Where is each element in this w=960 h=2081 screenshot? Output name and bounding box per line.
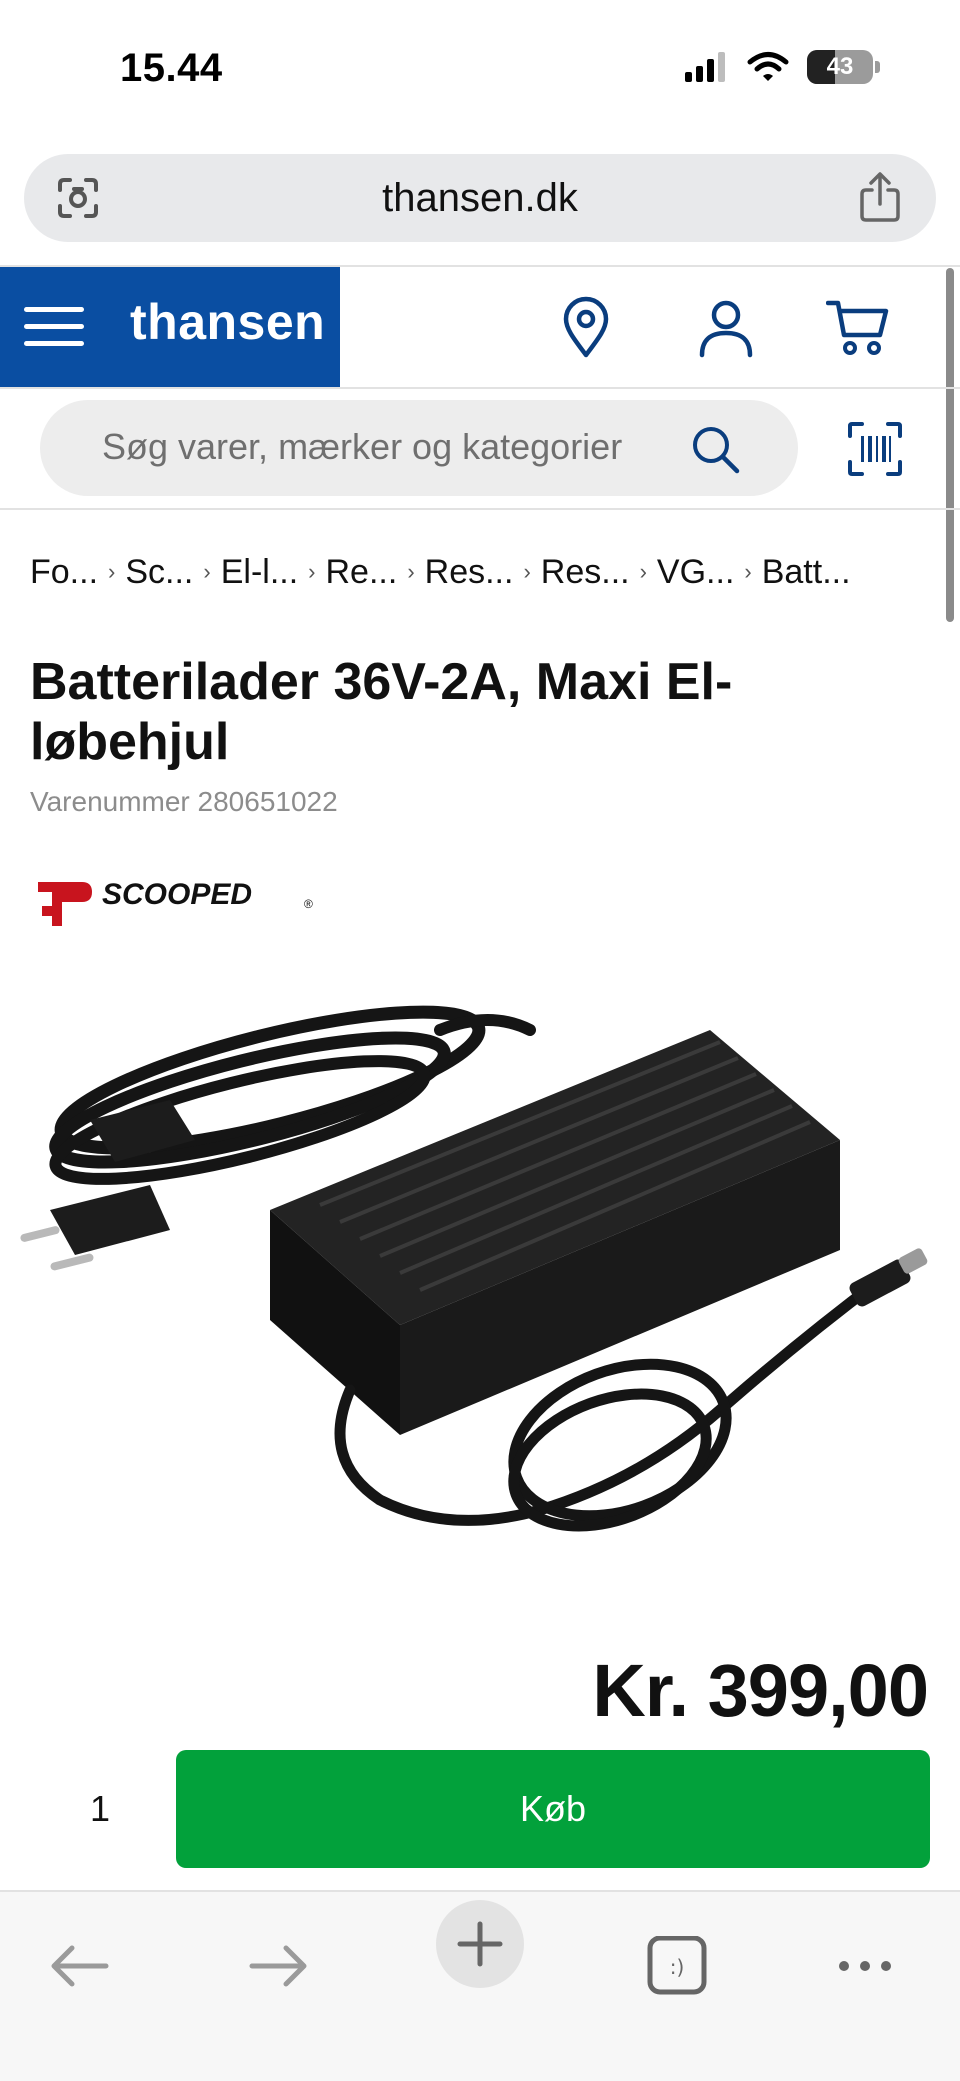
plus-icon	[457, 1921, 503, 1967]
chevron-right-icon: ›	[108, 559, 116, 584]
product-price: Kr. 399,00	[592, 1649, 929, 1732]
brand-logo[interactable]: SCOOPED ®	[36, 876, 316, 932]
breadcrumb-item[interactable]: Batt...	[762, 553, 851, 592]
tabs-icon[interactable]: :)	[642, 1936, 712, 1996]
new-tab-button[interactable]	[436, 1900, 524, 1988]
product-sku: Varenummer 280651022	[30, 786, 338, 817]
share-icon[interactable]	[858, 172, 902, 222]
search-icon[interactable]	[690, 424, 740, 474]
breadcrumb-item[interactable]: Re...	[326, 553, 398, 592]
url-text[interactable]: thansen.dk	[382, 176, 578, 221]
divider	[0, 387, 960, 389]
cart-icon[interactable]	[826, 295, 890, 359]
site-header: thansen	[0, 267, 960, 387]
breadcrumb-item[interactable]: VG...	[657, 553, 734, 592]
page-scrollbar[interactable]	[946, 268, 954, 622]
wifi-icon	[747, 52, 789, 81]
camera-scan-icon[interactable]	[54, 174, 102, 222]
more-icon[interactable]	[830, 1936, 900, 1996]
back-arrow-icon[interactable]	[44, 1936, 114, 1996]
battery-nub	[875, 61, 880, 73]
chevron-right-icon: ›	[203, 559, 211, 584]
breadcrumb-item[interactable]: El-l...	[221, 553, 298, 592]
battery-icon: 43	[807, 50, 873, 84]
barcode-scan-icon[interactable]	[848, 422, 902, 476]
search-input[interactable]: Søg varer, mærker og kategorier	[40, 400, 798, 496]
breadcrumb-item[interactable]: Fo...	[30, 553, 98, 592]
cellular-signal-icon	[685, 52, 725, 82]
site-logo[interactable]: thansen	[130, 293, 325, 351]
status-time: 15.44	[120, 46, 223, 90]
status-bar: 15.44 43	[0, 0, 960, 140]
breadcrumb: Fo... › Sc... › El-l... › Re... › Res...…	[30, 548, 930, 596]
forward-arrow-icon[interactable]	[244, 1936, 314, 1996]
product-image[interactable]	[20, 990, 940, 1550]
breadcrumb-item[interactable]: Sc...	[125, 553, 193, 592]
status-icons: 43	[685, 50, 880, 84]
chevron-right-icon: ›	[407, 559, 415, 584]
chevron-right-icon: ›	[744, 559, 752, 584]
breadcrumb-item[interactable]: Res...	[425, 553, 514, 592]
quantity-field[interactable]: 1	[30, 1750, 170, 1868]
brand-logo-text: SCOOPED	[102, 878, 252, 911]
user-icon[interactable]	[694, 295, 758, 359]
breadcrumb-item[interactable]: Res...	[541, 553, 630, 592]
search-placeholder: Søg varer, mærker og kategorier	[102, 426, 623, 467]
location-pin-icon[interactable]	[554, 295, 618, 359]
svg-text::): :)	[670, 1955, 685, 1979]
brand-block: thansen	[0, 267, 340, 387]
battery-percent: 43	[826, 53, 854, 80]
chevron-right-icon: ›	[308, 559, 316, 584]
brand-logo-mark: ®	[304, 897, 313, 911]
hamburger-menu-icon[interactable]	[24, 307, 84, 347]
address-bar[interactable]: thansen.dk	[24, 154, 936, 242]
chevron-right-icon: ›	[639, 559, 647, 584]
chevron-right-icon: ›	[523, 559, 531, 584]
product-title: Batterilader 36V-2A, Maxi El-løbehjul	[30, 653, 733, 771]
buy-button[interactable]: Køb	[176, 1750, 930, 1868]
divider	[0, 508, 960, 510]
